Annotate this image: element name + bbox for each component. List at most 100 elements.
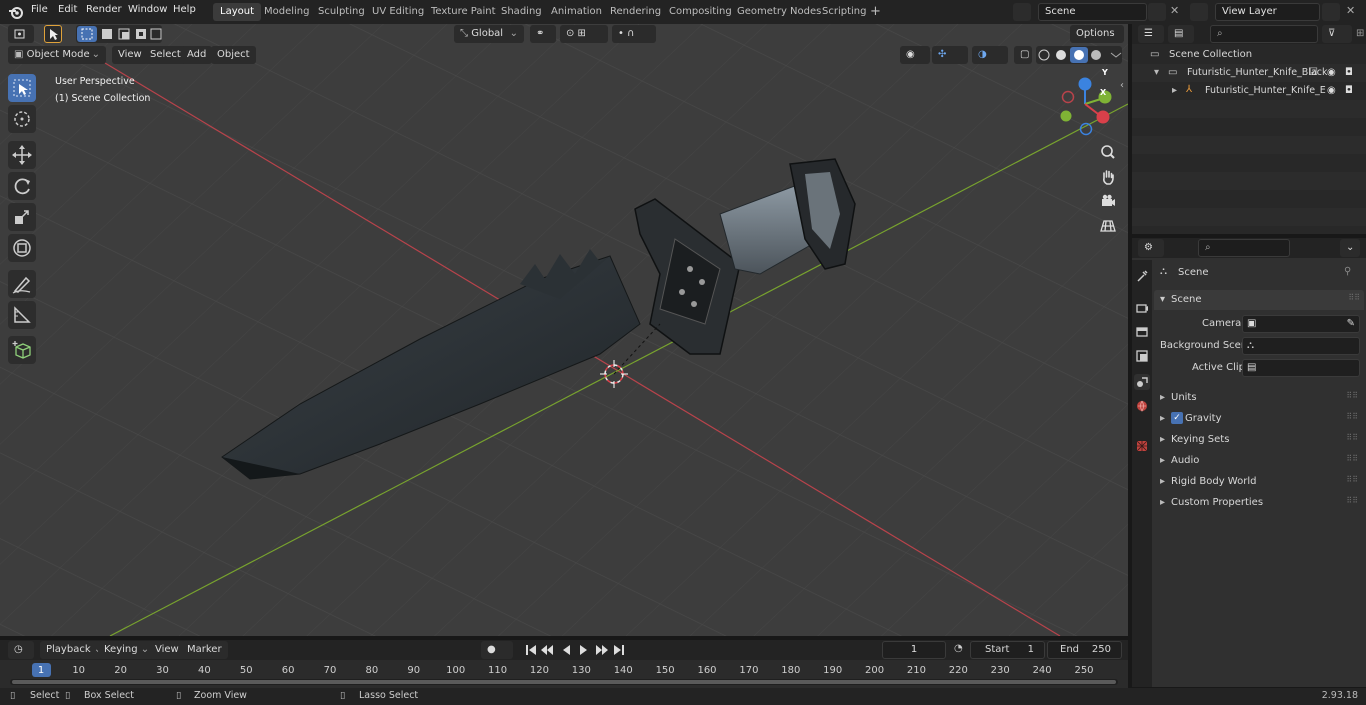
panel-custom-properties[interactable]: ▸ Custom Properties ⠿⠿ [1154, 493, 1364, 513]
visibility-dropdown[interactable]: ◉ [900, 46, 930, 64]
tab-output[interactable] [1134, 324, 1150, 340]
expand-chevron-icon[interactable]: ▸ [1160, 497, 1165, 508]
menu-view[interactable]: View [112, 46, 148, 64]
proportional-edit-group[interactable]: • ∩ [612, 25, 656, 43]
drag-handle-icon[interactable]: ⠿⠿ [1348, 293, 1360, 302]
new-scene-icon[interactable] [1148, 3, 1166, 21]
tab-tool[interactable] [1134, 268, 1150, 284]
panel-audio[interactable]: ▸ Audio ⠿⠿ [1154, 451, 1364, 471]
tool-transform[interactable] [8, 234, 36, 262]
panel-units[interactable]: ▸ Units ⠿⠿ [1154, 388, 1364, 408]
ortho-toggle-button[interactable] [1097, 215, 1119, 237]
outliner-display-mode[interactable]: ▤ [1168, 25, 1194, 43]
orientation-dropdown[interactable]: ⤡ Global ⌄ [454, 25, 524, 43]
zoom-button[interactable] [1097, 141, 1119, 163]
playback-controls[interactable] [520, 641, 630, 659]
menu-render[interactable]: Render [86, 4, 122, 15]
active-clip-field[interactable]: ▤ [1242, 359, 1360, 377]
view-layer-field[interactable]: View Layer [1215, 3, 1320, 21]
properties-options[interactable]: ⌄ [1340, 239, 1360, 257]
new-view-layer-icon[interactable] [1322, 3, 1340, 21]
drag-handle-icon[interactable]: ⠿⠿ [1346, 475, 1358, 484]
timeline-menu-view[interactable]: View [149, 641, 185, 659]
outliner-row-collection[interactable]: ▾ ▭ Futuristic_Hunter_Knife_Black ☑ ◉ ◘ [1132, 64, 1366, 82]
start-frame-field[interactable]: Start 1 [970, 641, 1045, 659]
panel-gravity[interactable]: ▸ ✓ Gravity ⠿⠿ [1154, 409, 1364, 429]
timeline-scrollbar[interactable] [10, 679, 1118, 685]
tab-workspace[interactable]: Layout [213, 3, 261, 21]
properties-editor[interactable]: ⚙ ⌕ ⌄ ⛬ Scene ⚲ ▾ Scene ⠿⠿ Camera ▣ ✎ Ba… [1132, 238, 1366, 687]
panel-keying-sets[interactable]: ▸ Keying Sets ⠿⠿ [1154, 430, 1364, 450]
render-camera-icon[interactable]: ◘ [1345, 67, 1353, 78]
expand-chevron-icon[interactable]: ▸ [1160, 434, 1165, 445]
gizmo-toggle[interactable]: ✣ [932, 46, 968, 64]
drag-handle-icon[interactable]: ⠿⠿ [1346, 412, 1358, 421]
stopwatch-icon[interactable]: ◔ [954, 643, 963, 654]
tab-workspace[interactable]: Scripting [815, 3, 873, 21]
timeline-editor-type[interactable]: ◷ [8, 641, 34, 659]
view-layer-icon[interactable] [1190, 3, 1208, 21]
options-dropdown[interactable]: Options⌄ [1070, 25, 1124, 57]
tab-workspace[interactable]: Rendering [603, 3, 668, 21]
tab-render[interactable] [1134, 300, 1150, 316]
expand-chevron-icon[interactable]: ▾ [1154, 67, 1159, 78]
tab-workspace[interactable]: Compositing [662, 3, 739, 21]
tool-move[interactable] [8, 141, 36, 169]
scene-icon[interactable] [1013, 3, 1031, 21]
panel-rigid-body-world[interactable]: ▸ Rigid Body World ⠿⠿ [1154, 472, 1364, 492]
tool-settings-select-icon[interactable] [44, 25, 62, 43]
drag-handle-icon[interactable]: ⠿⠿ [1346, 496, 1358, 505]
outliner[interactable]: ☰ ▤ ⌕ ⊽ ⊞ ▭ Scene Collection ▾ ▭ Futuris… [1132, 24, 1366, 234]
3d-viewport[interactable]: Z Y X User Perspective (1) Scene Collect… [0, 24, 1128, 636]
properties-editor-type[interactable]: ⚙ [1138, 239, 1164, 257]
render-camera-icon[interactable]: ◘ [1345, 85, 1353, 96]
tool-annotate[interactable] [8, 270, 36, 298]
object-mode-dropdown[interactable]: ▣ Object Mode ⌄ [8, 46, 106, 64]
menu-object[interactable]: Object [211, 46, 256, 64]
shading-mode-group[interactable] [1036, 46, 1122, 64]
expand-chevron-icon[interactable]: ▾ [1160, 294, 1165, 305]
menu-help[interactable]: Help [173, 4, 196, 15]
tab-texture[interactable] [1134, 438, 1150, 454]
menu-edit[interactable]: Edit [58, 4, 77, 15]
outliner-new-collection-icon[interactable]: ⊞ [1356, 28, 1364, 39]
gizmo-y-label[interactable]: Y [1102, 68, 1108, 77]
outliner-row-object[interactable]: ▸ ⅄ Futuristic_Hunter_Knife_E ◉ ◘ [1132, 82, 1366, 100]
gizmo-x-label[interactable]: X [1100, 88, 1106, 97]
keying-dropdown[interactable]: Keying ⌄ [98, 641, 156, 659]
tab-workspace[interactable]: Modeling [257, 3, 317, 21]
exclude-checkbox[interactable]: ☑ [1309, 67, 1318, 78]
drag-handle-icon[interactable]: ⠿⠿ [1346, 433, 1358, 442]
pin-icon[interactable]: ⚲ [1344, 266, 1351, 277]
add-workspace-icon[interactable]: + [870, 5, 881, 18]
outliner-search-input[interactable]: ⌕ [1210, 25, 1318, 43]
snap-group[interactable]: ⊙ ⊞ [560, 25, 608, 43]
tab-workspace[interactable]: Shading [494, 3, 549, 21]
tab-scene[interactable] [1134, 374, 1150, 390]
eye-icon[interactable]: ◉ [1327, 85, 1336, 96]
outliner-row-root[interactable]: ▭ Scene Collection [1132, 46, 1366, 64]
pivot-dropdown[interactable]: ⚭ [530, 25, 556, 43]
eye-icon[interactable]: ◉ [1327, 67, 1336, 78]
drag-handle-icon[interactable]: ⠿⠿ [1346, 391, 1358, 400]
pan-button[interactable] [1097, 166, 1119, 188]
record-button[interactable]: ● [481, 641, 513, 659]
camera-field[interactable]: ▣ ✎ [1242, 315, 1360, 333]
editor-type-button[interactable] [8, 25, 34, 43]
tab-workspace[interactable]: Geometry Nodes [730, 3, 828, 21]
tool-scale[interactable] [8, 203, 36, 231]
current-frame-field[interactable]: 1 [882, 641, 946, 659]
blender-logo-icon[interactable] [8, 4, 24, 20]
sidebar-toggle-icon[interactable]: ‹ [1120, 80, 1124, 91]
expand-chevron-icon[interactable]: ▸ [1160, 413, 1165, 424]
scene-field[interactable]: Scene [1038, 3, 1147, 21]
timeline-scroll-thumb[interactable] [12, 680, 1116, 684]
xray-toggle[interactable]: ▢ [1014, 46, 1032, 64]
properties-search-input[interactable]: ⌕ [1198, 239, 1290, 257]
menu-window[interactable]: Window [128, 4, 167, 15]
expand-chevron-icon[interactable]: ▸ [1172, 85, 1177, 96]
background-scene-field[interactable]: ⛬ [1242, 337, 1360, 355]
gravity-checkbox[interactable]: ✓ [1171, 412, 1183, 424]
eyedropper-icon[interactable]: ✎ [1347, 318, 1355, 329]
tab-workspace[interactable]: Animation [544, 3, 609, 21]
